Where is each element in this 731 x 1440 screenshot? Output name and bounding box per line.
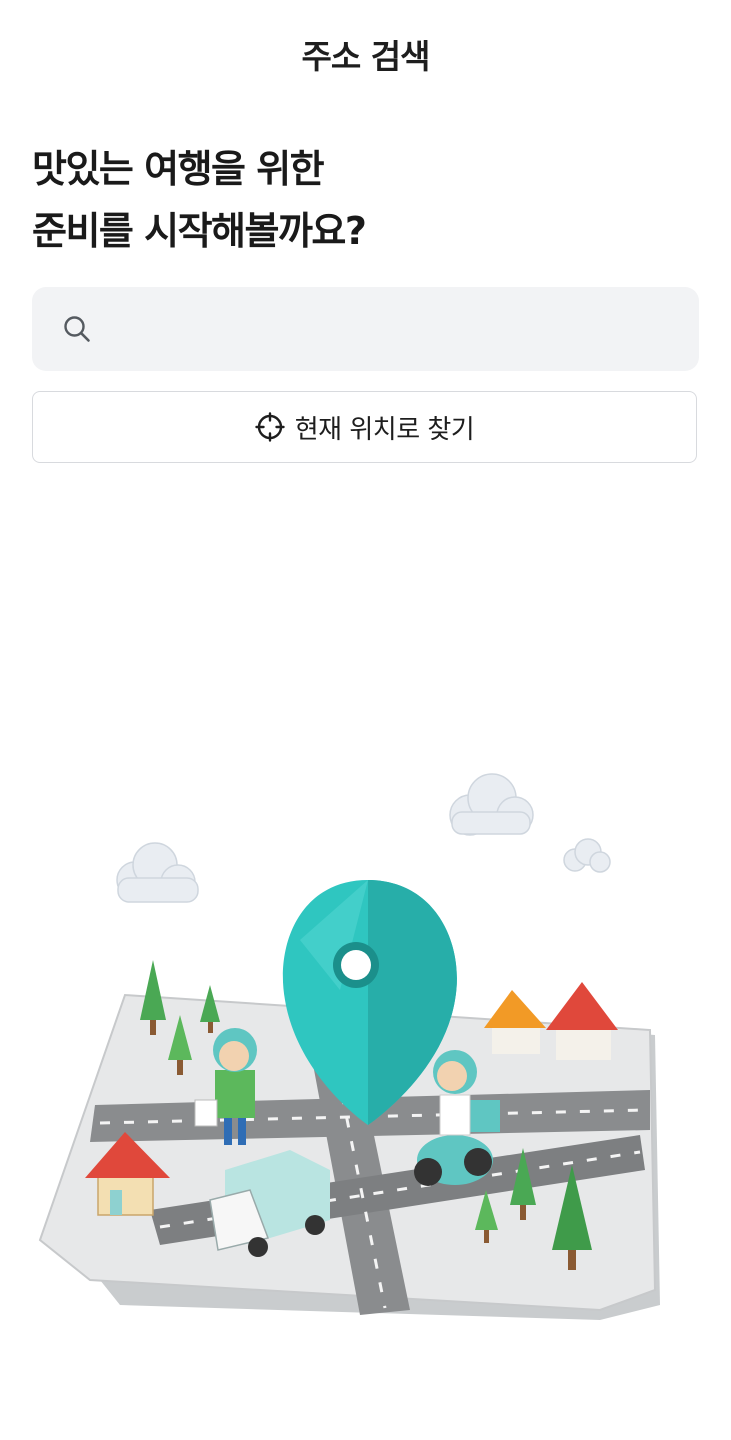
cloud-icon (563, 838, 611, 873)
house-icon (546, 982, 618, 1060)
search-box[interactable] (32, 287, 699, 371)
cloud-icon (449, 773, 534, 836)
current-location-label: 현재 위치로 찾기 (294, 414, 475, 445)
cloud-icon (116, 842, 199, 903)
page-title: 주소 검색 (301, 37, 431, 76)
crosshair-icon (255, 412, 285, 442)
current-location-button[interactable]: 현재 위치로 찾기 (32, 391, 697, 463)
top-bar: 주소 검색 (0, 0, 731, 108)
headline-line-2: 준비를 시작해볼까요? (32, 209, 367, 253)
search-icon (64, 316, 90, 342)
headline-line-1: 맛있는 여행을 위한 (32, 147, 325, 191)
headline: 맛있는 여행을 위한 준비를 시작해볼까요? (32, 138, 692, 262)
house-icon (484, 990, 546, 1054)
town-map-illustration (38, 773, 660, 1320)
search-input[interactable] (106, 298, 679, 360)
